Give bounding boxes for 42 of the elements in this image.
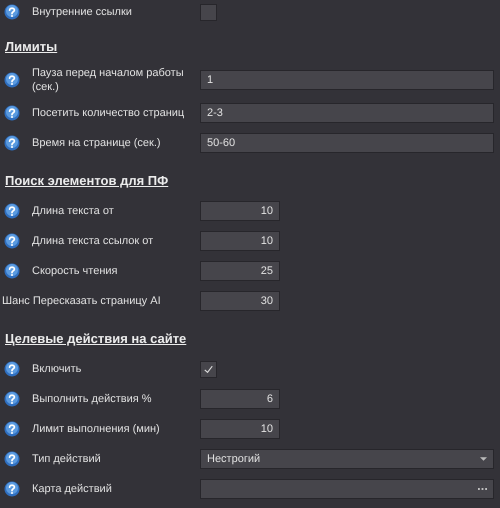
help-icon[interactable]: [4, 391, 20, 407]
dropdown[interactable]: Нестрогий: [200, 449, 494, 469]
section-heading: Лимиты: [5, 38, 58, 56]
caret-icon: [480, 457, 487, 461]
checkbox[interactable]: [200, 4, 217, 20]
help-icon[interactable]: [4, 421, 20, 437]
help-icon[interactable]: [4, 451, 20, 467]
file-picker-field[interactable]: [200, 479, 494, 499]
help-icon[interactable]: [4, 135, 20, 151]
number-field[interactable]: 6: [200, 389, 280, 409]
number-field[interactable]: 25: [200, 261, 280, 281]
help-icon[interactable]: [4, 233, 20, 249]
field-label: Карта действий: [32, 482, 113, 496]
field-label: Выполнить действия %: [32, 392, 153, 406]
number-field[interactable]: 30: [200, 291, 280, 311]
help-icon[interactable]: [4, 72, 20, 88]
field-label: Лимит выполнения (мин): [32, 422, 161, 436]
input-field[interactable]: 2-3: [200, 103, 494, 123]
field-label: Шанс Пересказать страницу AI: [2, 294, 161, 308]
input-field[interactable]: 1: [200, 70, 494, 90]
field-label: Внутренние ссылки: [32, 5, 133, 19]
field-label: Скорость чтения: [32, 264, 118, 278]
field-label: Включить: [32, 362, 82, 376]
help-icon[interactable]: [4, 105, 20, 121]
help-icon[interactable]: [4, 4, 20, 20]
field-label: Длина текста от: [32, 204, 115, 218]
number-field[interactable]: 10: [200, 231, 280, 251]
section-heading: Поиск элементов для ПФ: [5, 172, 168, 190]
checkbox[interactable]: [200, 360, 217, 378]
section-heading: Целевые действия на сайте: [5, 330, 186, 348]
field-label: Посетить количество страниц: [32, 106, 186, 120]
field-label: Время на странице (сек.): [32, 136, 162, 150]
number-field[interactable]: 10: [200, 201, 280, 221]
input-field[interactable]: 50-60: [200, 133, 494, 153]
field-label: Пауза перед началом работы (сек.): [32, 66, 185, 94]
help-icon[interactable]: [4, 361, 20, 377]
help-icon[interactable]: [4, 263, 20, 279]
field-label: Тип действий: [32, 452, 102, 466]
number-field[interactable]: 10: [200, 419, 280, 439]
help-icon[interactable]: [4, 203, 20, 219]
help-icon[interactable]: [4, 481, 20, 497]
field-label: Длина текста ссылок от: [32, 234, 154, 248]
